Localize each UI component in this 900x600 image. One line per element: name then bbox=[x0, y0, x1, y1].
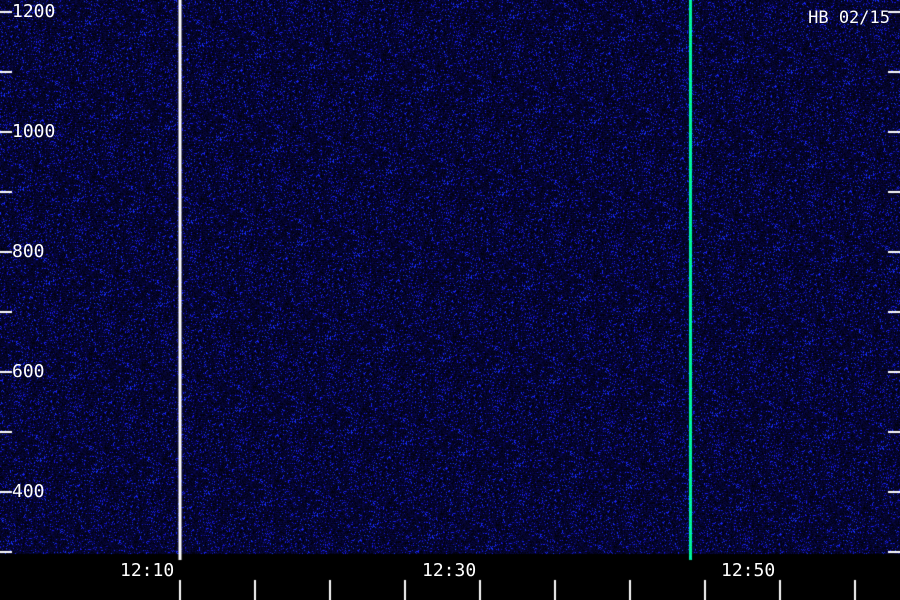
y-tick-label-600: 600 bbox=[12, 361, 45, 382]
y-tick-label-1000: 1000 bbox=[12, 121, 56, 142]
x-tick-label-1210: 12:10 bbox=[120, 560, 175, 581]
x-tick-label-1230: 12:30 bbox=[422, 560, 477, 581]
chart-overlay: HB 02/15 1200 1000 800 600 400 12:10 12:… bbox=[0, 0, 900, 600]
x-tick-label-1250: 12:50 bbox=[721, 560, 776, 581]
y-tick-label-400: 400 bbox=[12, 481, 45, 502]
chart-title: HB 02/15 bbox=[808, 8, 890, 28]
y-tick-label-800: 800 bbox=[12, 241, 45, 262]
y-tick-label-1200: 1200 bbox=[12, 1, 56, 22]
